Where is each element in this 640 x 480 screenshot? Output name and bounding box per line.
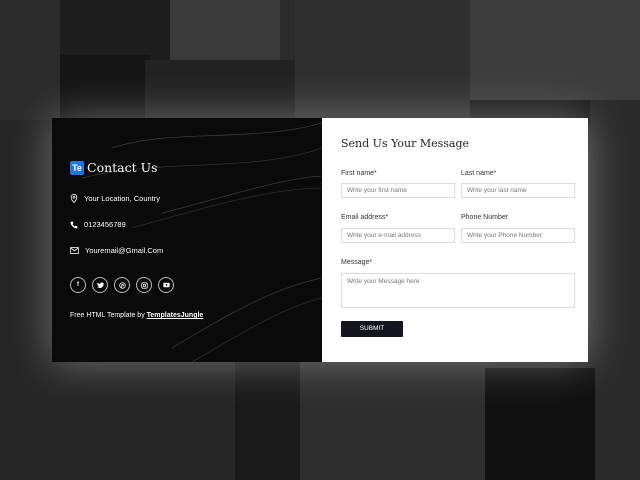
social-links: f — [70, 277, 174, 293]
location-text: Your Location, Country — [84, 194, 161, 203]
email-text: Youremail@Gmail.Com — [85, 246, 164, 255]
message-form-panel: Send Us Your Message First name* Write y… — [322, 118, 588, 362]
youtube-icon[interactable] — [158, 277, 174, 293]
phone-text: 0123456789 — [84, 220, 126, 229]
email-label: Email address* — [341, 214, 389, 221]
last-name-input[interactable]: Write your last name — [461, 183, 575, 198]
first-name-label: First name* — [341, 170, 377, 177]
twitter-icon[interactable] — [92, 277, 108, 293]
template-credit: Free HTML Template by TemplatesJungle — [70, 312, 203, 319]
mail-icon — [70, 247, 79, 254]
phone-number-input[interactable]: Write your Phone Number — [461, 228, 575, 243]
form-title: Send Us Your Message — [341, 137, 470, 150]
first-name-input[interactable]: Write your first name — [341, 183, 455, 198]
contact-title: Te Contact Us — [70, 160, 158, 175]
contact-title-text: Contact Us — [87, 160, 158, 175]
contact-info-panel: Te Contact Us Your Location, Country 012… — [52, 118, 322, 362]
email-item: Youremail@Gmail.Com — [70, 246, 163, 255]
email-input[interactable]: Write your e-mail address — [341, 228, 455, 243]
phone-item: 0123456789 — [70, 220, 126, 229]
submit-button[interactable]: SUBMIT — [341, 321, 403, 337]
message-textarea[interactable]: Write your Message here — [341, 273, 575, 308]
map-pin-icon — [70, 194, 78, 203]
facebook-icon[interactable]: f — [70, 277, 86, 293]
wave-lines-decoration — [81, 122, 322, 362]
location-item: Your Location, Country — [70, 194, 160, 203]
credit-prefix: Free HTML Template by — [70, 312, 147, 319]
templatesjungle-link[interactable]: TemplatesJungle — [147, 312, 204, 319]
contact-card: Te Contact Us Your Location, Country 012… — [52, 118, 588, 362]
pinterest-icon[interactable] — [114, 277, 130, 293]
instagram-icon[interactable] — [136, 277, 152, 293]
phone-icon — [70, 221, 78, 228]
logo-icon: Te — [70, 160, 84, 175]
phone-number-label: Phone Number — [461, 214, 509, 221]
message-label: Message* — [341, 259, 373, 266]
last-name-label: Last name* — [461, 170, 497, 177]
